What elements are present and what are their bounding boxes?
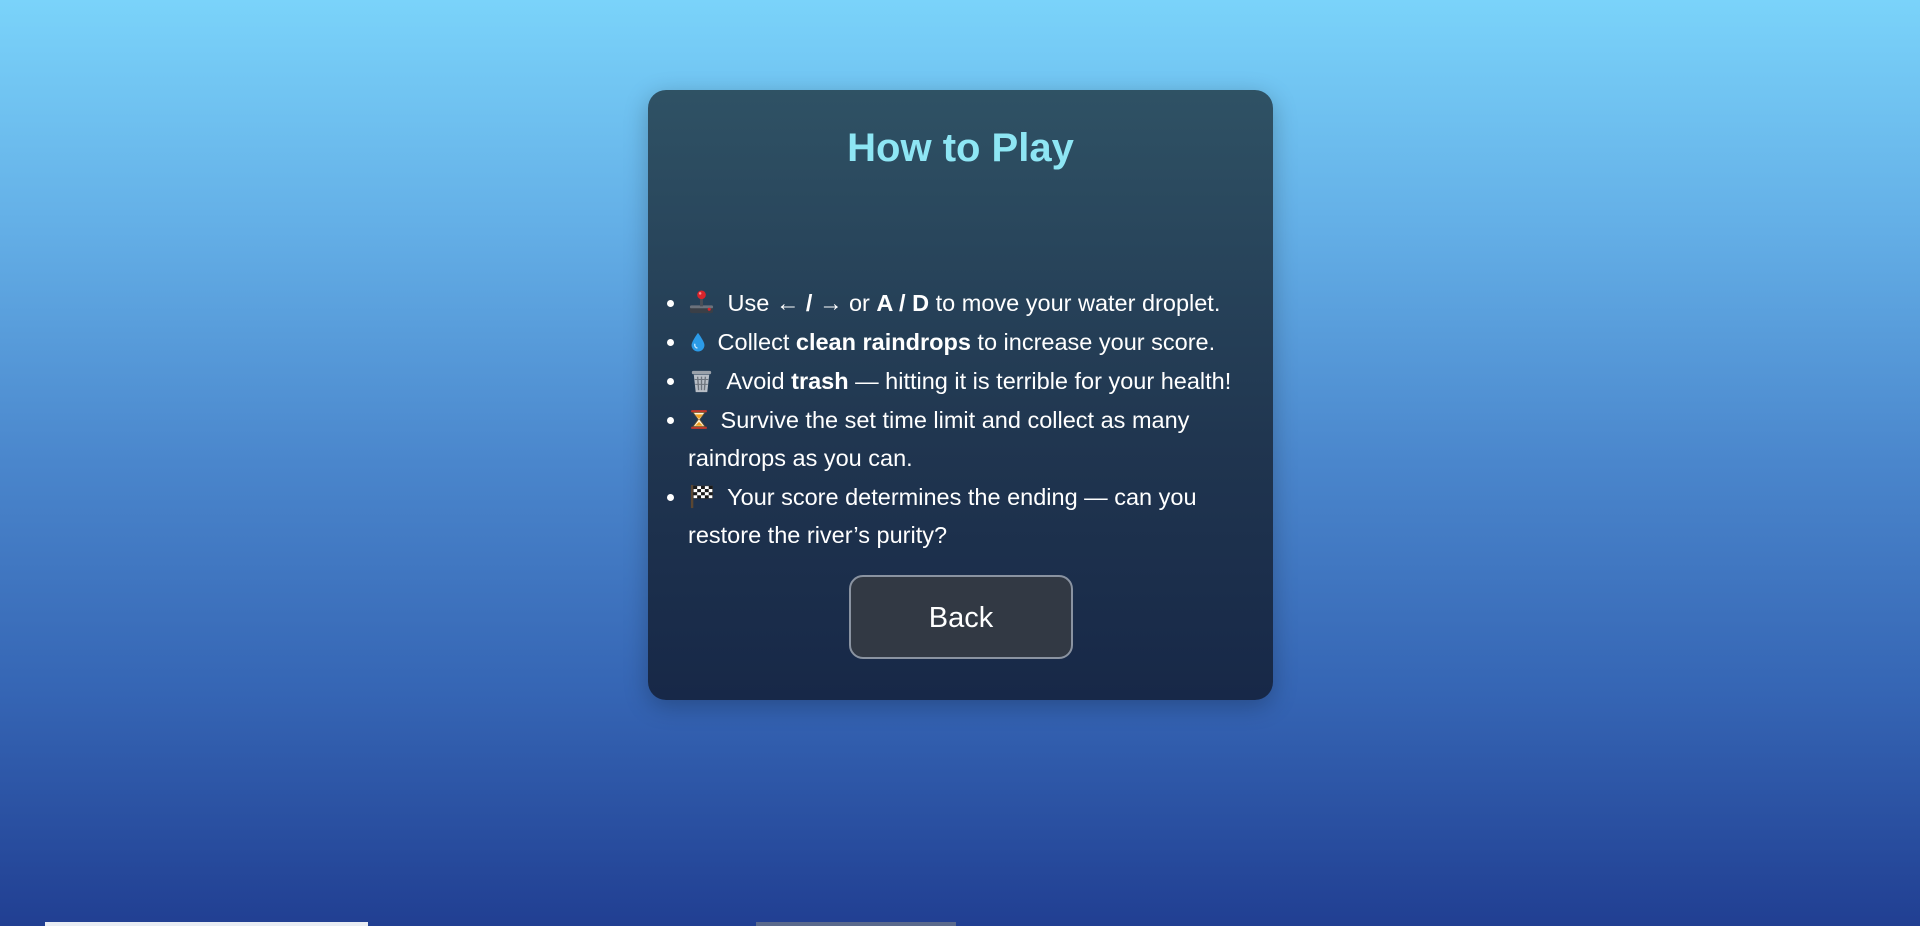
bottom-progress-bar — [45, 922, 368, 926]
rule-collect-bold: clean raindrops — [795, 329, 971, 355]
game-screen: { "panel": { "title": "How to Play", "ru… — [0, 0, 1920, 926]
rule-avoid: Avoid trash — hitting it is terrible for… — [667, 362, 1248, 400]
rule-move-arrows: ← / → — [775, 290, 843, 316]
checkered-flag-icon — [690, 484, 713, 509]
rule-move-keys: A / D — [876, 290, 930, 316]
rule-collect: Collect clean raindrops to increase your… — [667, 323, 1248, 361]
rule-avoid-text-1: Avoid — [721, 368, 792, 394]
back-button[interactable]: Back — [849, 575, 1073, 659]
rule-ending: Your score determines the ending — can y… — [667, 478, 1248, 554]
rule-move: Use ← / → or A / D to move your water dr… — [667, 284, 1248, 322]
rule-avoid-text-2: — hitting it is terrible for your health… — [848, 368, 1232, 394]
wastebasket-icon — [691, 370, 712, 393]
rule-move-text-3: to move your water droplet. — [929, 290, 1221, 316]
rule-move-text-1: Use — [721, 290, 776, 316]
rules-list: Use ← / → or A / D to move your water dr… — [667, 284, 1248, 555]
droplet-icon — [691, 332, 705, 352]
rule-avoid-bold: trash — [791, 368, 849, 394]
rule-move-text-2: or — [842, 290, 877, 316]
rule-collect-text-2: to increase your score. — [970, 329, 1216, 355]
panel-title: How to Play — [847, 126, 1074, 170]
bottom-scroll-indicator — [756, 922, 956, 926]
hourglass-icon — [691, 410, 707, 429]
joystick-icon — [689, 290, 714, 314]
rule-ending-text: Your score determines the ending — can y… — [688, 484, 1197, 548]
rule-collect-text-1: Collect — [711, 329, 796, 355]
rule-survive: Survive the set time limit and collect a… — [667, 401, 1248, 477]
rule-survive-text: Survive the set time limit and collect a… — [688, 407, 1190, 471]
how-to-play-panel: How to Play Use ← / → or A / D to move y… — [648, 90, 1273, 700]
